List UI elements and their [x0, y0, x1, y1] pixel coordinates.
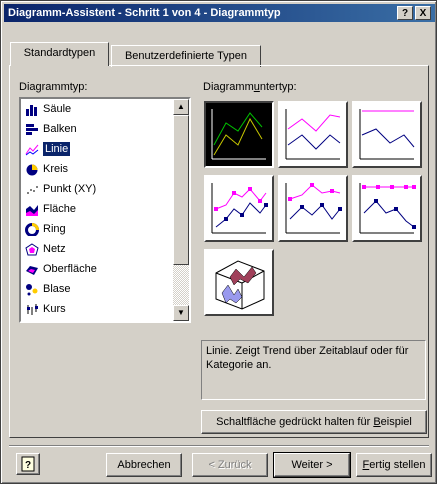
- chart-type-label: Fläche: [43, 203, 77, 215]
- chart-type-label: Punkt (XY): [43, 183, 97, 195]
- subtype-stacked-line[interactable]: [278, 101, 348, 168]
- chart-type-label: Säule: [43, 103, 72, 115]
- chart-type-label: Ring: [43, 223, 66, 235]
- chart-type-label: Oberfläche: [43, 263, 97, 275]
- subtype-line[interactable]: [204, 101, 274, 168]
- subtype-3d-line[interactable]: [204, 249, 274, 316]
- line-subtype-icon: [211, 109, 266, 160]
- subtype-label-text-rest: ntertyp:: [259, 81, 297, 93]
- chart-type-item[interactable]: Ring: [23, 220, 173, 239]
- stacked-line-markers-subtype-icon: [285, 183, 342, 234]
- chart-type-item[interactable]: Linie: [23, 140, 173, 159]
- office-assistant-button[interactable]: ?: [16, 453, 40, 475]
- preview-button-text-rest: eispiel: [380, 416, 412, 428]
- subtype-100-stacked-line[interactable]: [352, 101, 422, 168]
- chart-type-label: Kreis: [43, 163, 69, 175]
- subtype-line-markers[interactable]: [204, 175, 274, 242]
- finish-button-text: ertig stellen: [369, 459, 426, 471]
- press-and-hold-preview-button[interactable]: Schaltfläche gedrückt halten für Beispie…: [201, 410, 427, 434]
- stock-chart-icon: [25, 303, 39, 316]
- subtype-stacked-line-markers[interactable]: [278, 175, 348, 242]
- chart-type-item[interactable]: Oberfläche: [23, 260, 173, 279]
- window-title: Diagramm-Assistent - Schritt 1 von 4 - D…: [8, 7, 281, 19]
- title-bar: Diagramm-Assistent - Schritt 1 von 4 - D…: [4, 4, 435, 22]
- list-scrollbar[interactable]: ▲ ▼: [173, 99, 189, 321]
- finish-button[interactable]: Fertig stellen: [356, 453, 432, 477]
- chart-type-label: Netz: [43, 243, 66, 255]
- subtype-label-text: Diagramm: [203, 81, 254, 93]
- line-chart-icon: [25, 143, 39, 156]
- back-button[interactable]: < Zurück: [192, 453, 268, 477]
- chart-type-label: Blase: [43, 283, 71, 295]
- help-icon: ?: [21, 456, 35, 472]
- stacked-line-subtype-icon: [285, 109, 341, 160]
- button-separator: [9, 445, 429, 447]
- chart-type-item[interactable]: Punkt (XY): [23, 180, 173, 199]
- tab-custom-types[interactable]: Benutzerdefinierte Typen: [111, 45, 261, 67]
- doughnut-chart-icon: [25, 223, 39, 237]
- scatter-chart-icon: [25, 183, 39, 196]
- chart-type-item[interactable]: Blase: [23, 280, 173, 299]
- chart-type-item[interactable]: Säule: [23, 100, 173, 119]
- pie-chart-icon: [25, 163, 39, 176]
- chart-wizard-dialog: Diagramm-Assistent - Schritt 1 von 4 - D…: [0, 0, 437, 484]
- chart-type-label: Kurs: [43, 303, 66, 315]
- chart-type-list[interactable]: Säule Balken Linie Kreis Punkt (XY) Fläche Rin…: [19, 97, 191, 323]
- chart-type-item[interactable]: Netz: [23, 240, 173, 259]
- preview-button-accel: B: [373, 416, 381, 428]
- scroll-down-button[interactable]: ▼: [173, 305, 189, 321]
- tab-label: Benutzerdefinierte Typen: [124, 50, 248, 62]
- chart-type-item[interactable]: Balken: [23, 120, 173, 139]
- subtype-label: Diagrammuntertyp:: [203, 81, 297, 93]
- help-title-button[interactable]: ?: [397, 6, 413, 20]
- scroll-thumb[interactable]: [173, 115, 189, 265]
- line-markers-subtype-icon: [211, 183, 268, 234]
- next-button[interactable]: Weiter >: [273, 452, 351, 478]
- area-chart-icon: [25, 203, 39, 216]
- tab-label: Standardtypen: [23, 47, 96, 59]
- bubble-chart-icon: [25, 283, 39, 296]
- tab-standard-types[interactable]: Standardtypen: [10, 42, 109, 66]
- bar-chart-icon: [25, 123, 39, 136]
- percent-stacked-line-subtype-icon: [359, 109, 415, 160]
- close-button[interactable]: X: [415, 6, 431, 20]
- svg-text:?: ?: [25, 460, 31, 471]
- chart-type-item[interactable]: Kreis: [23, 160, 173, 179]
- chart-type-label: Linie: [43, 142, 71, 156]
- radar-chart-icon: [25, 243, 39, 256]
- chart-type-item[interactable]: Fläche: [23, 200, 173, 219]
- surface-chart-icon: [25, 263, 39, 276]
- subtype-100-stacked-line-markers[interactable]: [352, 175, 422, 242]
- chart-type-label: Diagrammtyp:: [19, 81, 88, 93]
- percent-stacked-line-markers-subtype-icon: [359, 183, 416, 234]
- 3d-line-subtype-icon: [215, 260, 265, 310]
- chart-type-label: Balken: [43, 123, 77, 135]
- chart-description: Linie. Zeigt Trend über Zeitablauf oder …: [201, 340, 426, 400]
- scroll-up-button[interactable]: ▲: [173, 99, 189, 115]
- cancel-button[interactable]: Abbrechen: [106, 453, 182, 477]
- column-chart-icon: [25, 103, 39, 116]
- preview-button-text: Schaltfläche gedrückt halten für: [216, 416, 374, 428]
- chart-type-item[interactable]: Kurs: [23, 300, 173, 319]
